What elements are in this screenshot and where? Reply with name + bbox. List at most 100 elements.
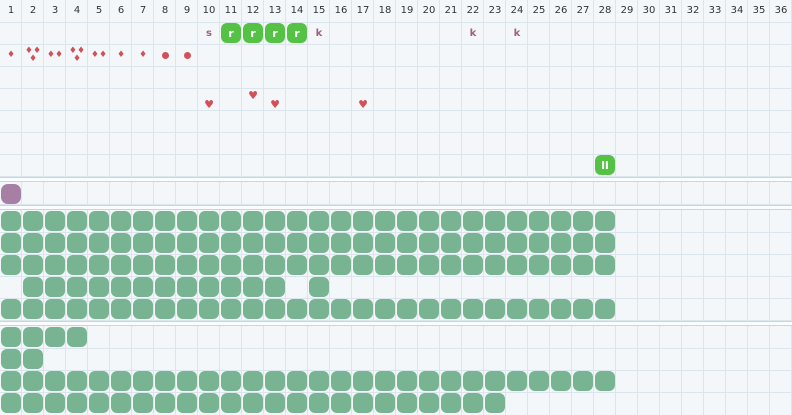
green-blob[interactable] bbox=[243, 233, 263, 253]
heart-icon[interactable]: ♥ bbox=[198, 93, 220, 115]
green-blob[interactable] bbox=[397, 255, 417, 275]
green-blob[interactable] bbox=[221, 299, 241, 319]
green-blob[interactable] bbox=[551, 233, 571, 253]
green-blob[interactable] bbox=[441, 255, 461, 275]
green-blob[interactable] bbox=[353, 255, 373, 275]
green-blob[interactable] bbox=[551, 299, 571, 319]
green-blob[interactable] bbox=[155, 255, 175, 275]
marker-label[interactable]: k bbox=[308, 22, 330, 44]
green-blob[interactable] bbox=[45, 211, 65, 231]
green-blob[interactable] bbox=[23, 299, 43, 319]
green-blob[interactable] bbox=[419, 255, 439, 275]
green-blob[interactable] bbox=[573, 211, 593, 231]
green-blob[interactable] bbox=[573, 233, 593, 253]
green-blob[interactable] bbox=[419, 211, 439, 231]
green-blob[interactable] bbox=[155, 371, 175, 391]
green-stamp[interactable]: r bbox=[221, 23, 241, 43]
green-blob[interactable] bbox=[353, 371, 373, 391]
green-blob[interactable] bbox=[221, 255, 241, 275]
green-blob[interactable] bbox=[243, 255, 263, 275]
green-blob[interactable] bbox=[45, 255, 65, 275]
green-blob[interactable] bbox=[287, 371, 307, 391]
green-blob[interactable] bbox=[397, 211, 417, 231]
green-blob[interactable] bbox=[67, 233, 87, 253]
green-blob[interactable] bbox=[89, 255, 109, 275]
green-blob[interactable] bbox=[177, 277, 197, 297]
green-blob[interactable] bbox=[419, 371, 439, 391]
heart-icon[interactable]: ♥ bbox=[242, 84, 264, 106]
green-blob[interactable] bbox=[463, 299, 483, 319]
green-blob[interactable] bbox=[375, 299, 395, 319]
green-blob[interactable] bbox=[265, 255, 285, 275]
green-blob[interactable] bbox=[375, 255, 395, 275]
green-stamp[interactable]: r bbox=[287, 23, 307, 43]
green-blob[interactable] bbox=[419, 299, 439, 319]
green-blob[interactable] bbox=[287, 299, 307, 319]
green-blob[interactable] bbox=[111, 233, 131, 253]
green-blob[interactable] bbox=[45, 233, 65, 253]
green-blob[interactable] bbox=[155, 277, 175, 297]
green-blob[interactable] bbox=[111, 371, 131, 391]
green-blob[interactable] bbox=[551, 211, 571, 231]
green-blob[interactable] bbox=[463, 233, 483, 253]
green-blob[interactable] bbox=[353, 211, 373, 231]
dot-icon[interactable] bbox=[176, 44, 198, 66]
green-blob[interactable] bbox=[23, 255, 43, 275]
green-blob[interactable] bbox=[221, 371, 241, 391]
green-blob[interactable] bbox=[155, 233, 175, 253]
green-blob[interactable] bbox=[375, 371, 395, 391]
green-blob[interactable] bbox=[463, 211, 483, 231]
green-blob[interactable] bbox=[243, 211, 263, 231]
green-blob[interactable] bbox=[463, 255, 483, 275]
green-blob[interactable] bbox=[331, 211, 351, 231]
green-blob[interactable] bbox=[177, 393, 197, 413]
green-blob[interactable] bbox=[199, 211, 219, 231]
green-blob[interactable] bbox=[485, 393, 505, 413]
green-blob[interactable] bbox=[375, 211, 395, 231]
green-blob[interactable] bbox=[287, 233, 307, 253]
green-blob[interactable] bbox=[243, 371, 263, 391]
green-blob[interactable] bbox=[221, 233, 241, 253]
green-blob[interactable] bbox=[397, 393, 417, 413]
green-blob[interactable] bbox=[67, 371, 87, 391]
green-blob[interactable] bbox=[441, 211, 461, 231]
green-blob[interactable] bbox=[595, 255, 615, 275]
green-blob[interactable] bbox=[45, 371, 65, 391]
green-blob[interactable] bbox=[177, 255, 197, 275]
green-blob[interactable] bbox=[595, 299, 615, 319]
green-stamp[interactable]: r bbox=[265, 23, 285, 43]
green-stamp[interactable]: r bbox=[243, 23, 263, 43]
green-blob[interactable] bbox=[67, 255, 87, 275]
green-blob[interactable] bbox=[23, 393, 43, 413]
green-blob[interactable] bbox=[507, 299, 527, 319]
green-blob[interactable] bbox=[23, 233, 43, 253]
green-blob[interactable] bbox=[199, 255, 219, 275]
green-blob[interactable] bbox=[375, 233, 395, 253]
green-blob[interactable] bbox=[265, 371, 285, 391]
green-blob[interactable] bbox=[485, 233, 505, 253]
green-blob[interactable] bbox=[67, 327, 87, 347]
purple-blob[interactable] bbox=[1, 184, 21, 204]
green-blob[interactable] bbox=[309, 393, 329, 413]
green-blob[interactable] bbox=[287, 255, 307, 275]
green-blob[interactable] bbox=[265, 299, 285, 319]
green-blob[interactable] bbox=[353, 299, 373, 319]
green-blob[interactable] bbox=[89, 233, 109, 253]
green-stamp[interactable]: ll bbox=[595, 155, 615, 175]
green-blob[interactable] bbox=[529, 371, 549, 391]
green-blob[interactable] bbox=[23, 277, 43, 297]
green-blob[interactable] bbox=[265, 233, 285, 253]
dot-icon[interactable] bbox=[154, 44, 176, 66]
green-blob[interactable] bbox=[1, 255, 21, 275]
green-blob[interactable] bbox=[507, 255, 527, 275]
drop-icon[interactable]: ♦♦ ♦ bbox=[22, 44, 44, 66]
green-blob[interactable] bbox=[45, 277, 65, 297]
green-blob[interactable] bbox=[45, 393, 65, 413]
green-blob[interactable] bbox=[595, 371, 615, 391]
green-blob[interactable] bbox=[221, 211, 241, 231]
green-blob[interactable] bbox=[89, 371, 109, 391]
green-blob[interactable] bbox=[309, 371, 329, 391]
green-blob[interactable] bbox=[397, 299, 417, 319]
green-blob[interactable] bbox=[1, 393, 21, 413]
marker-label[interactable]: k bbox=[462, 22, 484, 44]
